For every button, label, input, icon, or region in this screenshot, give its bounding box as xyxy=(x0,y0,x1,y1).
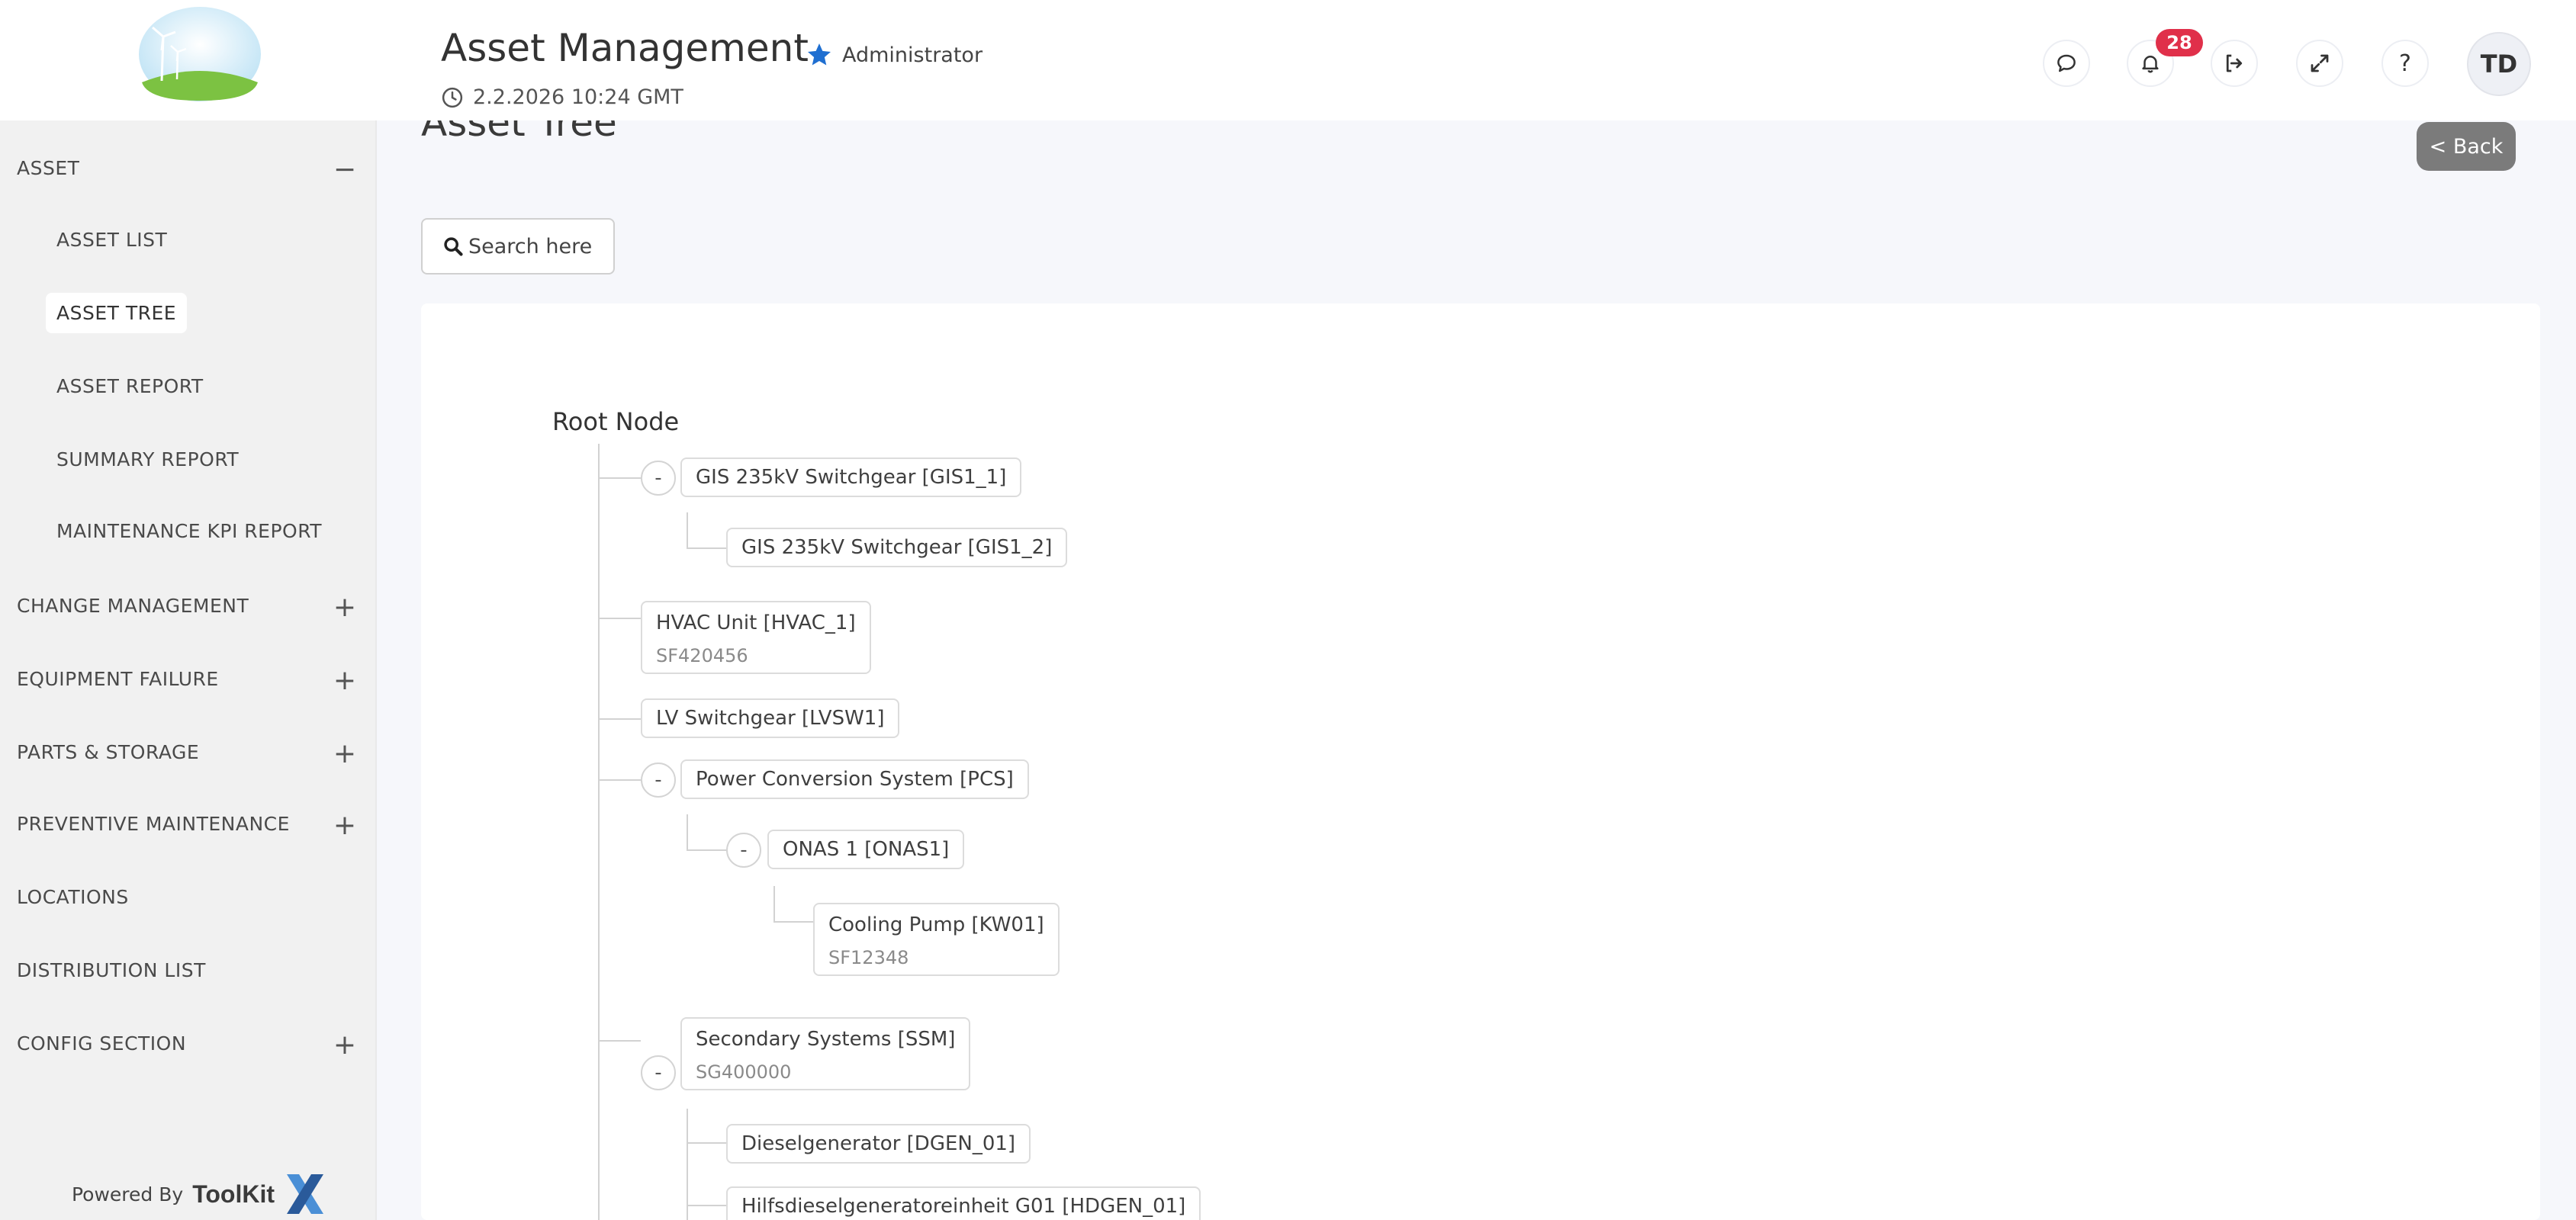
clock-icon xyxy=(442,87,463,108)
tree-node[interactable]: Hilfsdieselgeneratoreinheit G01 [HDGEN_0… xyxy=(726,1186,1201,1220)
help-icon: ? xyxy=(2399,50,2411,77)
tree-node-label: Cooling Pump [KW01] xyxy=(828,913,1044,936)
tree-root-node[interactable]: Root Node xyxy=(552,407,679,436)
plus-icon[interactable]: + xyxy=(330,1029,360,1061)
tree-connector xyxy=(687,849,726,851)
tree-node-label: HVAC Unit [HVAC_1] xyxy=(656,612,856,634)
collapse-toggle[interactable]: - xyxy=(641,461,676,496)
tree-node-label: Power Conversion System [PCS] xyxy=(696,768,1014,791)
sidebar-item-asset-list[interactable]: ASSET LIST xyxy=(46,220,178,260)
sidebar-item-config-section[interactable]: CONFIG SECTION xyxy=(17,1032,186,1055)
tree-node-serial: SG400000 xyxy=(696,1061,792,1083)
tree-connector xyxy=(687,547,726,549)
notification-count-badge: 28 xyxy=(2156,29,2203,56)
tree-node-label: ONAS 1 [ONAS1] xyxy=(783,838,950,861)
tree-node-label: GIS 235kV Switchgear [GIS1_1] xyxy=(696,466,1007,489)
tree-connector xyxy=(687,1142,726,1144)
tree-node-label: Hilfsdieselgeneratoreinheit G01 [HDGEN_0… xyxy=(741,1195,1186,1218)
user-avatar[interactable]: TD xyxy=(2467,32,2531,96)
tree-connector xyxy=(773,886,775,923)
tree-connector xyxy=(598,618,641,619)
tree-connector xyxy=(598,779,641,781)
chat-button[interactable] xyxy=(2043,40,2090,87)
tree-connector xyxy=(687,814,688,849)
sidebar-item-equipment-failure[interactable]: EQUIPMENT FAILURE xyxy=(17,668,219,690)
logout-button[interactable] xyxy=(2211,40,2258,87)
help-button[interactable]: ? xyxy=(2381,40,2429,87)
sidebar-item-summary-report[interactable]: SUMMARY REPORT xyxy=(46,439,249,480)
role-label: Administrator xyxy=(842,43,983,67)
tree-connector xyxy=(598,718,641,720)
tree-connector xyxy=(687,512,688,547)
search-placeholder: Search here xyxy=(468,234,593,258)
tree-connector xyxy=(598,444,600,1220)
sidebar-item-maintenance-kpi-report[interactable]: MAINTENANCE KPI REPORT xyxy=(46,511,333,551)
plus-icon[interactable]: + xyxy=(330,665,360,696)
tree-node-label: LV Switchgear [LVSW1] xyxy=(656,707,885,730)
chat-icon xyxy=(2057,54,2076,72)
tree-connector xyxy=(687,1205,726,1206)
powered-by: Powered By ToolKit xyxy=(72,1171,326,1217)
tree-node[interactable]: GIS 235kV Switchgear [GIS1_1] xyxy=(680,458,1022,497)
toolkit-logo-text: ToolKit xyxy=(192,1180,275,1208)
top-header: Asset Management Administrator 2.2.2026 … xyxy=(0,0,2576,120)
powered-by-label: Powered By xyxy=(72,1183,184,1206)
minus-icon[interactable]: − xyxy=(330,154,360,185)
user-role: Administrator xyxy=(806,41,982,69)
datetime-display: 2.2.2026 10:24 GMT xyxy=(441,85,683,109)
tree-node-label: Dieselgenerator [DGEN_01] xyxy=(741,1132,1016,1155)
sidebar: ASSET − ASSET LIST ASSET TREE ASSET REPO… xyxy=(0,120,377,1220)
tree-connector xyxy=(773,921,813,923)
toolkit-x-logo-icon xyxy=(287,1174,323,1214)
tree-node-serial: SF420456 xyxy=(656,645,748,666)
back-button[interactable]: < Back xyxy=(2417,122,2516,171)
sidebar-item-asset-report[interactable]: ASSET REPORT xyxy=(46,366,214,406)
search-icon xyxy=(444,237,463,256)
tree-node-label: Secondary Systems [SSM] xyxy=(696,1028,956,1051)
tree-node[interactable]: GIS 235kV Switchgear [GIS1_2] xyxy=(726,528,1068,567)
expand-icon xyxy=(2311,54,2329,72)
app-logo xyxy=(139,7,261,101)
tree-node[interactable]: Cooling Pump [KW01] SF12348 xyxy=(813,903,1060,976)
sidebar-item-change-management[interactable]: CHANGE MANAGEMENT xyxy=(17,595,249,617)
sidebar-item-asset[interactable]: ASSET xyxy=(17,157,79,179)
sidebar-item-parts-storage[interactable]: PARTS & STORAGE xyxy=(17,741,199,763)
collapse-toggle[interactable]: - xyxy=(726,833,761,868)
tree-node[interactable]: Power Conversion System [PCS] xyxy=(680,759,1029,799)
tree-node[interactable]: HVAC Unit [HVAC_1] SF420456 xyxy=(641,601,871,674)
tree-connector xyxy=(598,1040,641,1042)
tree-node[interactable]: Dieselgenerator [DGEN_01] xyxy=(726,1124,1031,1164)
sidebar-item-preventive-maintenance[interactable]: PREVENTIVE MAINTENANCE xyxy=(17,813,290,835)
search-input[interactable]: Search here xyxy=(421,218,615,274)
fullscreen-button[interactable] xyxy=(2296,40,2343,87)
datetime-text: 2.2.2026 10:24 GMT xyxy=(473,85,683,109)
tree-node-label: GIS 235kV Switchgear [GIS1_2] xyxy=(741,536,1053,559)
collapse-toggle[interactable]: - xyxy=(641,1055,676,1090)
plus-icon[interactable]: + xyxy=(330,592,360,623)
tree-node[interactable]: ONAS 1 [ONAS1] xyxy=(767,830,965,869)
tree-node-serial: SF12348 xyxy=(828,947,909,968)
collapse-toggle[interactable]: - xyxy=(641,762,676,798)
tree-connector xyxy=(687,1109,688,1220)
sidebar-item-locations[interactable]: LOCATIONS xyxy=(17,886,129,908)
tree-connector xyxy=(598,477,641,479)
tree-node[interactable]: Secondary Systems [SSM] SG400000 xyxy=(680,1017,971,1090)
tree-node[interactable]: LV Switchgear [LVSW1] xyxy=(641,698,900,738)
plus-icon[interactable]: + xyxy=(330,738,360,769)
bell-icon xyxy=(2142,56,2159,73)
star-icon xyxy=(808,43,831,66)
logout-icon xyxy=(2226,54,2243,72)
sidebar-item-asset-tree[interactable]: ASSET TREE xyxy=(46,293,188,333)
plus-icon[interactable]: + xyxy=(330,810,360,841)
sidebar-item-distribution-list[interactable]: DISTRIBUTION LIST xyxy=(17,959,206,981)
app-title: Asset Management xyxy=(441,26,809,70)
